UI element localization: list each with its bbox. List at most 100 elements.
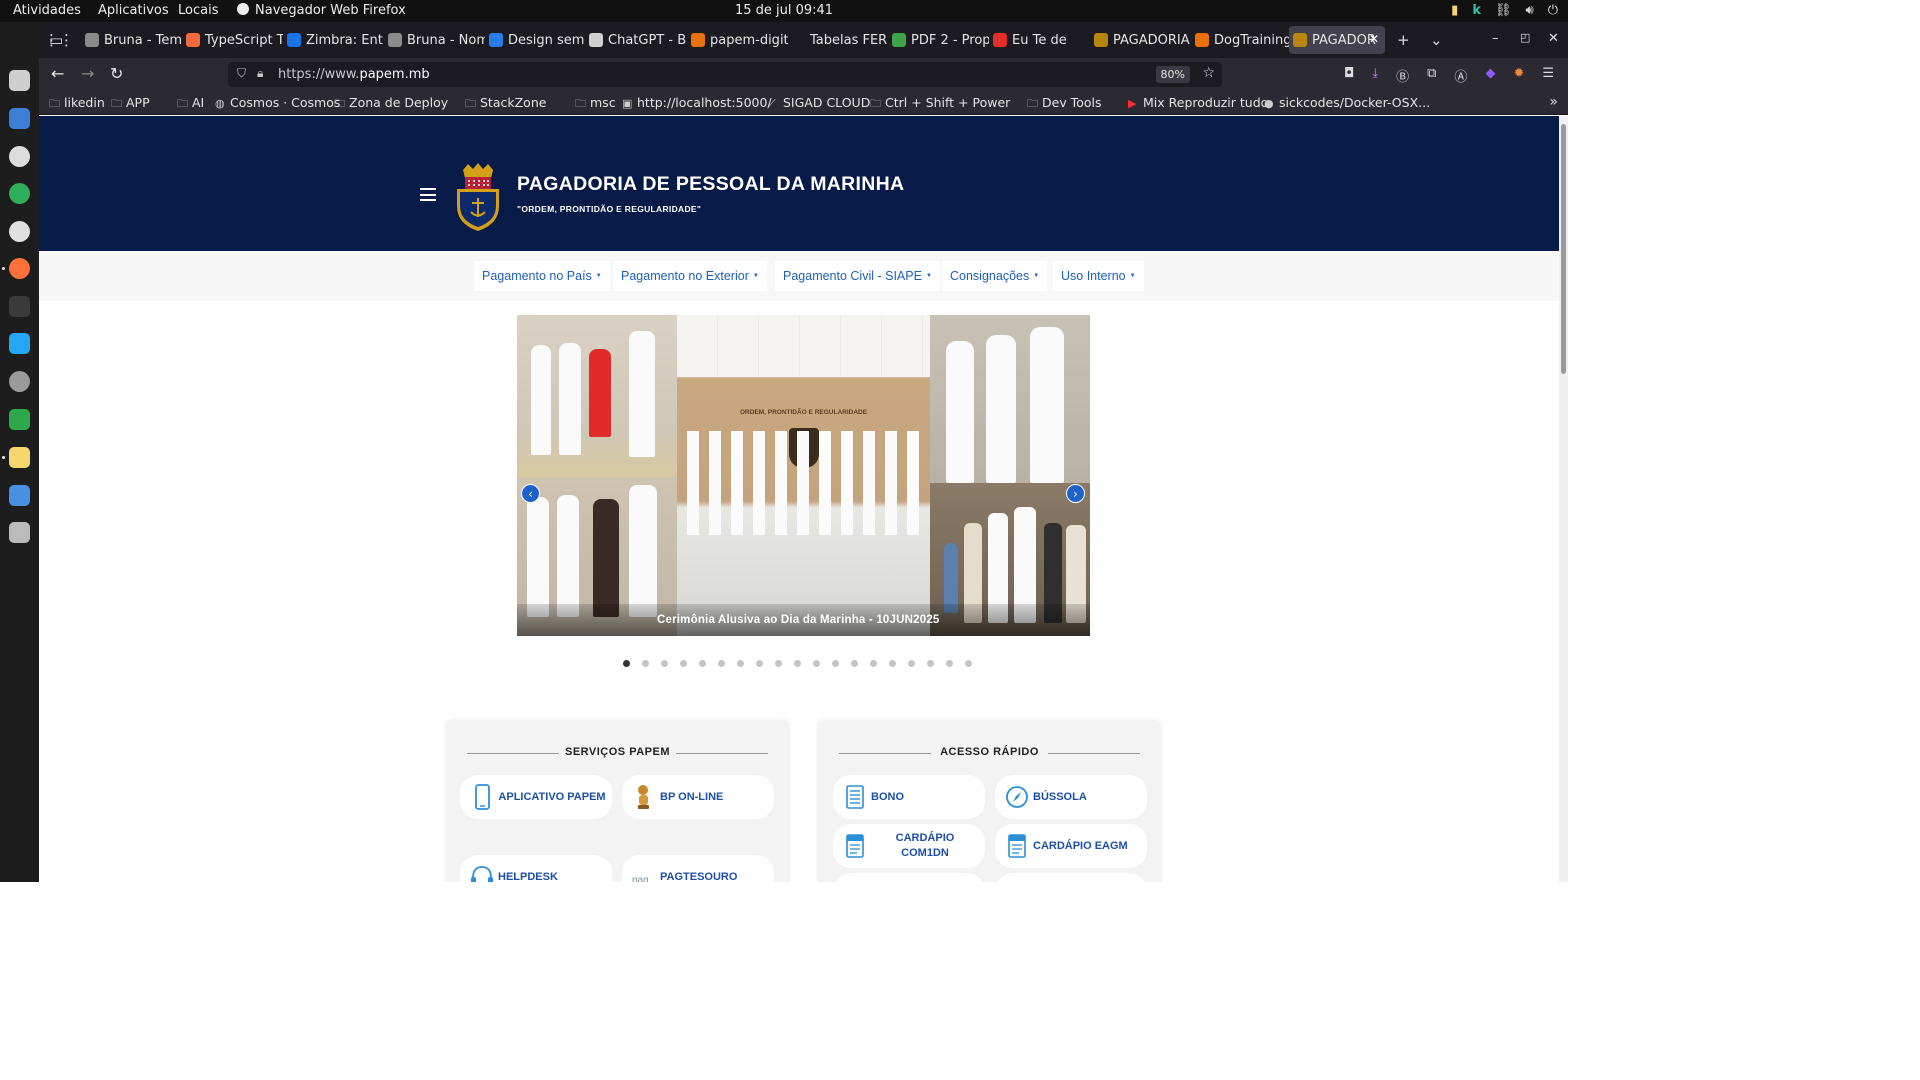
carousel-dot[interactable] — [965, 660, 972, 667]
places-menu[interactable]: Locais — [178, 3, 218, 18]
focused-app-menu[interactable]: Navegador Web Firefox — [237, 3, 406, 18]
extension-gear-icon[interactable]: ✹ — [1513, 66, 1524, 85]
carousel-dot[interactable] — [946, 660, 953, 667]
bookmark-item[interactable]: ▶ Mix Reproduzir tudo — [1128, 95, 1268, 110]
files-app-icon[interactable] — [9, 70, 30, 91]
extension-badge-icon[interactable]: ◆ — [1485, 66, 1495, 85]
close-window-icon[interactable]: ✕ — [1548, 31, 1559, 46]
bookmark-item[interactable]: ● sickcodes/Docker-OSX... — [1264, 95, 1430, 110]
extension-a-icon[interactable]: Ⓐ — [1454, 66, 1467, 85]
browser-tab[interactable]: PAGADOR ✕ — [1289, 26, 1385, 54]
new-tab-icon[interactable]: + — [1397, 31, 1410, 49]
carousel-dot[interactable] — [832, 660, 839, 667]
carousel-dot[interactable] — [718, 660, 725, 667]
carousel-dot[interactable] — [927, 660, 934, 667]
music-app-icon[interactable] — [9, 183, 30, 204]
browser-app-icon[interactable] — [9, 221, 30, 242]
browser-tab[interactable]: DogTraining — [1191, 26, 1292, 54]
bookmark-item[interactable]: 🗀 Zona de Deploy — [334, 95, 448, 114]
browser-tab[interactable]: PDF 2 - Prop — [888, 26, 989, 54]
bookmark-item[interactable]: ⟋ SIGAD CLOUD — [768, 95, 870, 111]
browser-tab[interactable]: ChatGPT - B — [585, 26, 686, 54]
document-app-icon[interactable] — [9, 108, 30, 129]
menu-pagamento-civil-siape[interactable]: Pagamento Civil - SIAPE ▼ — [775, 261, 940, 291]
more-bookmarks-icon[interactable]: » — [1549, 94, 1558, 110]
firefox-app-icon[interactable] — [2, 258, 30, 279]
notes-app-icon[interactable] — [2, 447, 30, 468]
zoom-indicator[interactable]: 80% — [1155, 66, 1190, 83]
carousel-dot[interactable] — [908, 660, 915, 667]
service-aplicativo-papem[interactable]: APLICATIVO PAPEM — [460, 775, 612, 819]
menu-pagamento-no-exterior[interactable]: Pagamento no Exterior ▼ — [613, 261, 767, 291]
carousel-dot[interactable] — [756, 660, 763, 667]
carousel-dot[interactable] — [661, 660, 668, 667]
scrollbar-thumb[interactable] — [1561, 124, 1566, 374]
forward-icon[interactable]: → — [81, 64, 94, 83]
quick-bussola[interactable]: BÚSSOLA — [995, 775, 1147, 819]
volume-icon[interactable]: 🔊︎ — [1526, 3, 1534, 18]
carousel-next-arrow-icon[interactable]: › — [1066, 484, 1085, 503]
browser-tab[interactable]: Bruna - Nom — [384, 26, 485, 54]
list-tabs-icon[interactable]: ⌄ — [1430, 31, 1443, 49]
url-text[interactable]: https://www.papem.mb — [278, 67, 430, 82]
app-menu-icon[interactable]: ☰ — [1542, 66, 1554, 85]
applications-menu[interactable]: Aplicativos — [98, 3, 169, 18]
service-bp-online[interactable]: BP ON-LINE — [622, 775, 774, 819]
chrome-app-icon[interactable] — [9, 146, 30, 167]
vscode-app-icon[interactable] — [9, 333, 30, 354]
close-tab-icon[interactable]: ✕ — [1369, 32, 1379, 46]
k-indicator-icon[interactable]: k — [1472, 3, 1481, 18]
carousel-dot[interactable] — [813, 660, 820, 667]
carousel-dot[interactable] — [851, 660, 858, 667]
settings-app-icon[interactable] — [9, 371, 30, 392]
carousel-dot[interactable] — [870, 660, 877, 667]
quick-access-item[interactable] — [833, 873, 985, 882]
pocket-icon[interactable]: ◘ — [1344, 66, 1354, 85]
extension-b-icon[interactable]: Ⓑ — [1396, 66, 1409, 85]
browser-tab[interactable]: TypeScript T — [182, 26, 283, 54]
carousel-caption[interactable]: Cerimônia Alusiva ao Dia da Marinha - 10… — [657, 614, 940, 626]
bookmark-item[interactable]: ▣ http://localhost:5000/ — [622, 95, 772, 110]
activities-button[interactable]: Atividades — [13, 3, 81, 18]
carousel-dot[interactable] — [642, 660, 649, 667]
clock[interactable]: 15 de jul 09:41 — [735, 3, 833, 18]
page-scrollbar[interactable] — [1559, 116, 1568, 882]
service-helpdesk[interactable]: HELPDESK — [460, 855, 612, 882]
service-pagtesouro[interactable]: pag PAGTESOURO — [622, 855, 774, 882]
bookmark-item[interactable]: ◍ Cosmos · Cosmos — [215, 95, 340, 110]
quick-cardapio-com1dn[interactable]: CARDÁPIO COM1DN — [833, 824, 985, 868]
power-icon[interactable]: ⏻ — [1548, 3, 1558, 18]
bookmark-item[interactable]: 🗀 AI — [177, 95, 204, 114]
tracking-shield-icon[interactable]: ⛉ — [237, 66, 246, 81]
browser-tab[interactable]: PAGADORIA — [1090, 26, 1191, 54]
site-title[interactable]: PAGADORIA DE PESSOAL DA MARINHA — [517, 173, 904, 196]
spreadsheet-app-icon[interactable] — [9, 409, 30, 430]
firefox-view-icon[interactable]: ▭ — [49, 31, 63, 49]
carousel-dot[interactable] — [680, 660, 687, 667]
downloads-icon[interactable]: ⤓ — [1372, 66, 1378, 85]
photo-carousel[interactable]: ORDEM, PRONTIDÃO E REGULARIDADE Cerimôni… — [517, 315, 1090, 636]
reload-icon[interactable]: ↻ — [110, 64, 123, 83]
bookmark-star-icon[interactable]: ☆ — [1202, 65, 1215, 81]
carousel-dot[interactable] — [889, 660, 896, 667]
carousel-dot[interactable] — [775, 660, 782, 667]
address-bar[interactable]: ⛉ 🔒︎ https://www.papem.mb 80% ☆ — [228, 62, 1222, 87]
browser-tab[interactable]: Eu Te de — [989, 26, 1090, 54]
notes-indicator-icon[interactable]: ▮ — [1451, 3, 1458, 18]
navy-crest-logo[interactable] — [453, 162, 503, 232]
text-editor-app-icon[interactable] — [9, 485, 30, 506]
bookmark-item[interactable]: 🗀 likedin — [49, 95, 105, 114]
extensions-icon[interactable]: ⧉ — [1427, 66, 1436, 85]
quick-bono[interactable]: BONO — [833, 775, 985, 819]
bookmark-item[interactable]: 🗀 StackZone — [465, 95, 546, 114]
quick-access-item[interactable] — [995, 873, 1147, 882]
browser-tab[interactable]: Zimbra: Ent — [283, 26, 384, 54]
terminal-app-icon[interactable] — [9, 296, 30, 317]
menu-pagamento-no-pais[interactable]: Pagamento no País ▼ — [474, 261, 610, 291]
browser-tab[interactable]: Design sem — [485, 26, 586, 54]
browser-tab[interactable]: Bruna - Tem — [81, 26, 182, 54]
network-icon[interactable]: ⛓ — [1495, 3, 1512, 18]
hamburger-menu-icon[interactable] — [420, 188, 436, 201]
browser-tab[interactable]: papem-digit — [687, 26, 788, 54]
minimize-icon[interactable]: – — [1492, 31, 1499, 46]
